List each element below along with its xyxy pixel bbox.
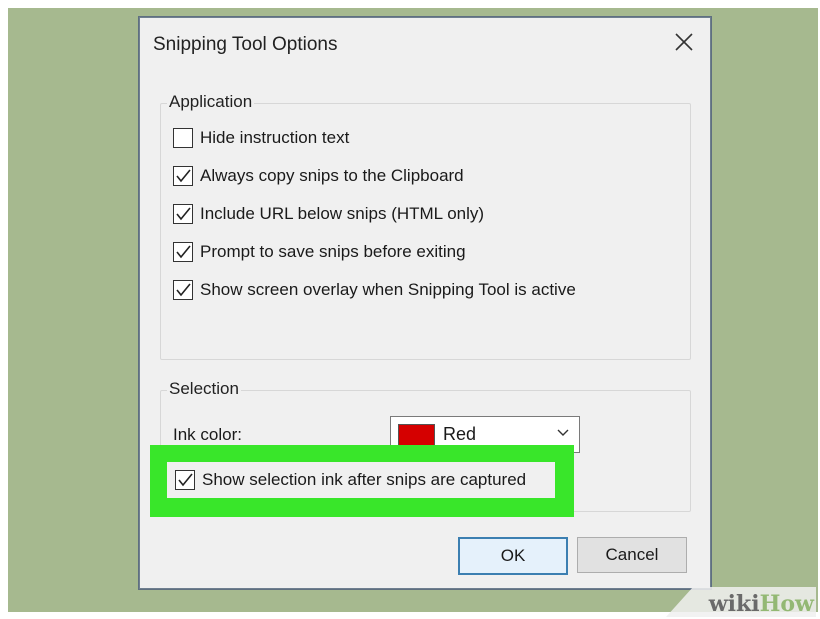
watermark-wiki: wiki bbox=[708, 591, 760, 617]
application-group-label: Application bbox=[167, 92, 255, 112]
option-show-selection-ink[interactable]: Show selection ink after snips are captu… bbox=[175, 467, 526, 493]
watermark-how: How bbox=[759, 591, 814, 617]
option-show-screen-overlay[interactable]: Show screen overlay when Snipping Tool i… bbox=[173, 277, 576, 303]
checkmark-icon bbox=[178, 473, 193, 487]
close-button[interactable] bbox=[672, 30, 696, 54]
option-label: Hide instruction text bbox=[200, 128, 350, 147]
checkmark-icon bbox=[176, 283, 191, 297]
ok-button[interactable]: OK bbox=[458, 537, 568, 575]
highlight-inner: Show selection ink after snips are captu… bbox=[167, 462, 555, 498]
chevron-down-icon bbox=[557, 429, 569, 436]
checkbox-show-selection-ink[interactable] bbox=[175, 470, 195, 490]
title-bar: Snipping Tool Options bbox=[140, 18, 710, 68]
close-icon bbox=[675, 33, 693, 51]
option-label: Always copy snips to the Clipboard bbox=[200, 166, 464, 185]
checkmark-icon bbox=[176, 169, 191, 183]
dialog-title: Snipping Tool Options bbox=[153, 34, 338, 55]
option-label: Show screen overlay when Snipping Tool i… bbox=[200, 280, 576, 299]
checkbox-hide-instruction-text[interactable] bbox=[173, 128, 193, 148]
checkmark-icon bbox=[176, 207, 191, 221]
selection-group-label: Selection bbox=[167, 379, 241, 399]
option-label: Show selection ink after snips are captu… bbox=[202, 470, 527, 489]
option-hide-instruction-text[interactable]: Hide instruction text bbox=[173, 125, 349, 151]
wikihow-watermark: wikiHow bbox=[709, 591, 814, 617]
checkbox-prompt-to-save[interactable] bbox=[173, 242, 193, 262]
checkbox-show-screen-overlay[interactable] bbox=[173, 280, 193, 300]
option-label: Include URL below snips (HTML only) bbox=[200, 204, 485, 223]
checkmark-icon bbox=[176, 245, 191, 259]
ink-color-label: Ink color: bbox=[173, 425, 242, 444]
ink-color-value: Red bbox=[443, 424, 477, 444]
option-label: Prompt to save snips before exiting bbox=[200, 242, 466, 261]
option-always-copy-to-clipboard[interactable]: Always copy snips to the Clipboard bbox=[173, 163, 464, 189]
ink-color-swatch bbox=[398, 424, 435, 446]
highlight-annotation: Show selection ink after snips are captu… bbox=[150, 445, 574, 517]
cancel-button[interactable]: Cancel bbox=[577, 537, 687, 573]
checkbox-include-url[interactable] bbox=[173, 204, 193, 224]
option-prompt-to-save[interactable]: Prompt to save snips before exiting bbox=[173, 239, 466, 265]
checkbox-always-copy-to-clipboard[interactable] bbox=[173, 166, 193, 186]
option-include-url[interactable]: Include URL below snips (HTML only) bbox=[173, 201, 484, 227]
